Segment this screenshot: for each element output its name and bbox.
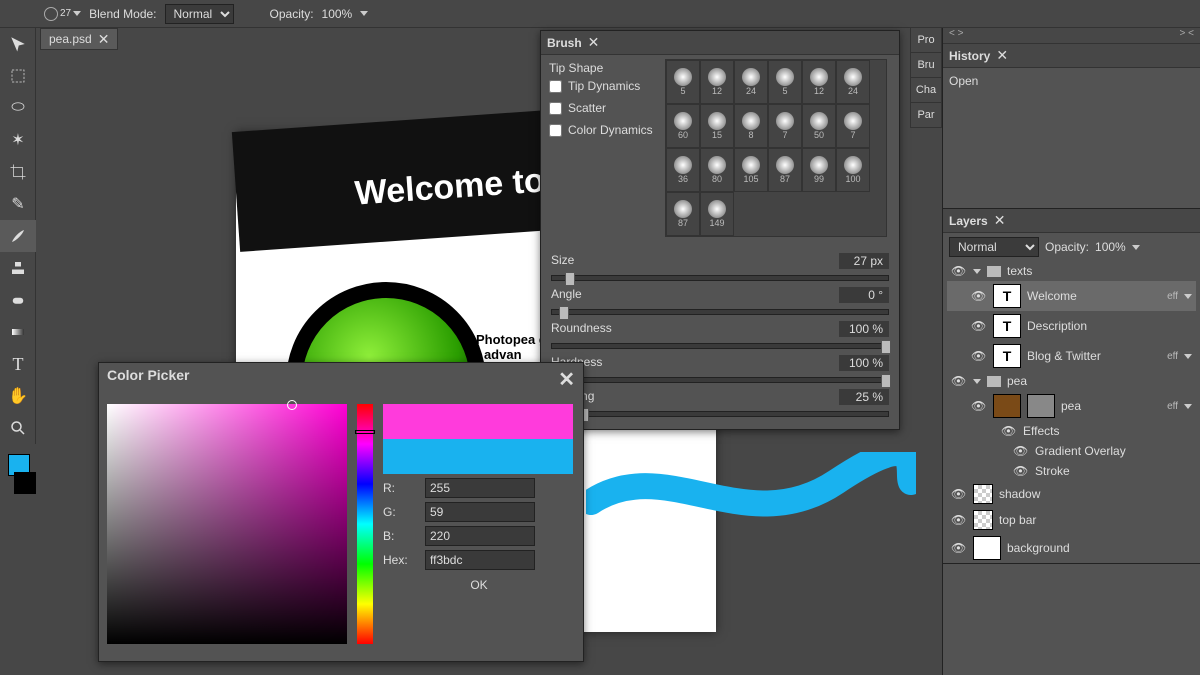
stamp-tool[interactable]	[0, 252, 36, 284]
chevron-down-icon[interactable]	[1132, 245, 1140, 250]
visibility-icon[interactable]: 👁	[1013, 464, 1029, 478]
slider-size[interactable]: Size27 px	[551, 253, 889, 281]
brush-preset[interactable]: 8	[734, 104, 768, 148]
visibility-icon[interactable]: 👁	[951, 513, 967, 527]
wand-tool[interactable]: ✶	[0, 124, 36, 156]
crop-tool[interactable]	[0, 156, 36, 188]
brush-preset[interactable]: 87	[768, 148, 802, 192]
ok-button[interactable]: OK	[383, 574, 575, 596]
close-icon[interactable]: ✕	[558, 367, 575, 392]
visibility-icon[interactable]: 👁	[951, 374, 967, 388]
document-tab[interactable]: pea.psd ✕	[40, 28, 118, 50]
brush-preset[interactable]: 149	[700, 192, 734, 236]
blend-mode-label: Blend Mode:	[89, 7, 156, 21]
visibility-icon[interactable]: 👁	[971, 319, 987, 333]
close-icon[interactable]: ✕	[994, 212, 1006, 229]
opacity-label: Opacity:	[270, 7, 314, 21]
panel-title: Layers	[949, 214, 988, 228]
gradient-tool[interactable]	[0, 316, 36, 348]
history-list[interactable]: Open	[943, 68, 1200, 208]
layer-list[interactable]: 👁texts 👁TWelcomeeff 👁TDescription 👁TBlog…	[943, 261, 1200, 563]
side-tab[interactable]: Par	[911, 103, 941, 128]
move-tool[interactable]	[0, 28, 36, 60]
dialog-title: Color Picker	[107, 367, 189, 392]
brush-preset[interactable]: 12	[802, 60, 836, 104]
slider-spacing[interactable]: Spacing25 %	[551, 389, 889, 417]
visibility-icon[interactable]: 👁	[971, 289, 987, 303]
g-input[interactable]	[425, 502, 535, 522]
brush-preset[interactable]: 99	[802, 148, 836, 192]
brush-preset[interactable]: 12	[700, 60, 734, 104]
close-icon[interactable]: ✕	[98, 31, 110, 48]
background-swatch[interactable]	[14, 472, 36, 494]
chevron-down-icon[interactable]	[360, 11, 368, 16]
brush-preset[interactable]: 5	[768, 60, 802, 104]
visibility-icon[interactable]: 👁	[1001, 424, 1017, 438]
layer-blend-select[interactable]: Normal	[949, 237, 1039, 257]
zoom-tool[interactable]	[0, 412, 36, 444]
brush-panel[interactable]: Brush ✕ Tip Shape Tip Dynamics Scatter C…	[540, 30, 900, 430]
b-input[interactable]	[425, 526, 535, 546]
type-tool[interactable]: T	[0, 348, 36, 380]
slider-angle[interactable]: Angle0 °	[551, 287, 889, 315]
slider-hardness[interactable]: Hardness100 %	[551, 355, 889, 383]
lasso-tool[interactable]	[0, 92, 36, 124]
brush-size-indicator[interactable]: 27	[44, 7, 81, 21]
brush-preset[interactable]: 5	[666, 60, 700, 104]
color-compare	[383, 404, 573, 474]
brush-preset[interactable]: 15	[700, 104, 734, 148]
side-tab[interactable]: Pro	[911, 28, 941, 53]
visibility-icon[interactable]: 👁	[971, 399, 987, 413]
tool-palette: ✶ ✎ T ✋	[0, 28, 36, 444]
side-tab[interactable]: Bru	[911, 53, 941, 78]
r-input[interactable]	[425, 478, 535, 498]
brush-preset[interactable]: 24	[836, 60, 870, 104]
visibility-icon[interactable]: 👁	[1013, 444, 1029, 458]
brush-preset[interactable]: 7	[768, 104, 802, 148]
blend-mode-select[interactable]: Normal	[165, 4, 234, 24]
brush-preset-grid[interactable]: 51224512246015875073680105879910087149	[665, 59, 887, 237]
hand-tool[interactable]: ✋	[0, 380, 36, 412]
hue-slider[interactable]	[357, 404, 373, 644]
visibility-icon[interactable]: 👁	[971, 349, 987, 363]
brush-tool[interactable]	[0, 220, 36, 252]
slider-roundness[interactable]: Roundness100 %	[551, 321, 889, 349]
paint-stroke	[586, 452, 916, 522]
brush-preset[interactable]: 87	[666, 192, 700, 236]
folder-icon	[987, 266, 1001, 277]
panel-title: History	[949, 49, 990, 63]
brush-preset[interactable]: 100	[836, 148, 870, 192]
hex-input[interactable]	[425, 550, 535, 570]
marquee-tool[interactable]	[0, 60, 36, 92]
brush-preset[interactable]: 105	[734, 148, 768, 192]
history-item[interactable]: Open	[949, 74, 1194, 88]
brush-preset[interactable]: 80	[700, 148, 734, 192]
color-picker-dialog[interactable]: Color Picker ✕ R: G: B: Hex: OK	[98, 362, 584, 662]
eraser-tool[interactable]	[0, 284, 36, 316]
brush-preset[interactable]: 24	[734, 60, 768, 104]
visibility-icon[interactable]: 👁	[951, 264, 967, 278]
opacity-value[interactable]: 100%	[322, 7, 353, 21]
brush-tab[interactable]: Tip Shape	[549, 61, 653, 75]
color-dynamics-check[interactable]: Color Dynamics	[549, 119, 653, 141]
options-bar: 27 Blend Mode: Normal Opacity: 100%	[0, 0, 1200, 28]
saturation-value-field[interactable]	[107, 404, 347, 644]
folder-icon	[987, 376, 1001, 387]
visibility-icon[interactable]: 👁	[951, 487, 967, 501]
brush-preset[interactable]: 7	[836, 104, 870, 148]
brush-preset[interactable]: 50	[802, 104, 836, 148]
close-icon[interactable]: ✕	[588, 34, 600, 51]
right-panels: < >> < History✕ Open Layers✕ Normal Opac…	[942, 28, 1200, 675]
side-tab[interactable]: Cha	[911, 78, 941, 103]
panel-title: Brush	[547, 36, 582, 50]
collapsed-panel-tabs: Pro Bru Cha Par	[910, 28, 942, 128]
tip-dynamics-check[interactable]: Tip Dynamics	[549, 75, 653, 97]
eyedropper-tool[interactable]: ✎	[0, 188, 36, 220]
close-icon[interactable]: ✕	[996, 47, 1008, 64]
brush-preset[interactable]: 36	[666, 148, 700, 192]
scatter-check[interactable]: Scatter	[549, 97, 653, 119]
brush-preset[interactable]: 60	[666, 104, 700, 148]
visibility-icon[interactable]: 👁	[951, 541, 967, 555]
chevron-down-icon	[73, 11, 81, 16]
